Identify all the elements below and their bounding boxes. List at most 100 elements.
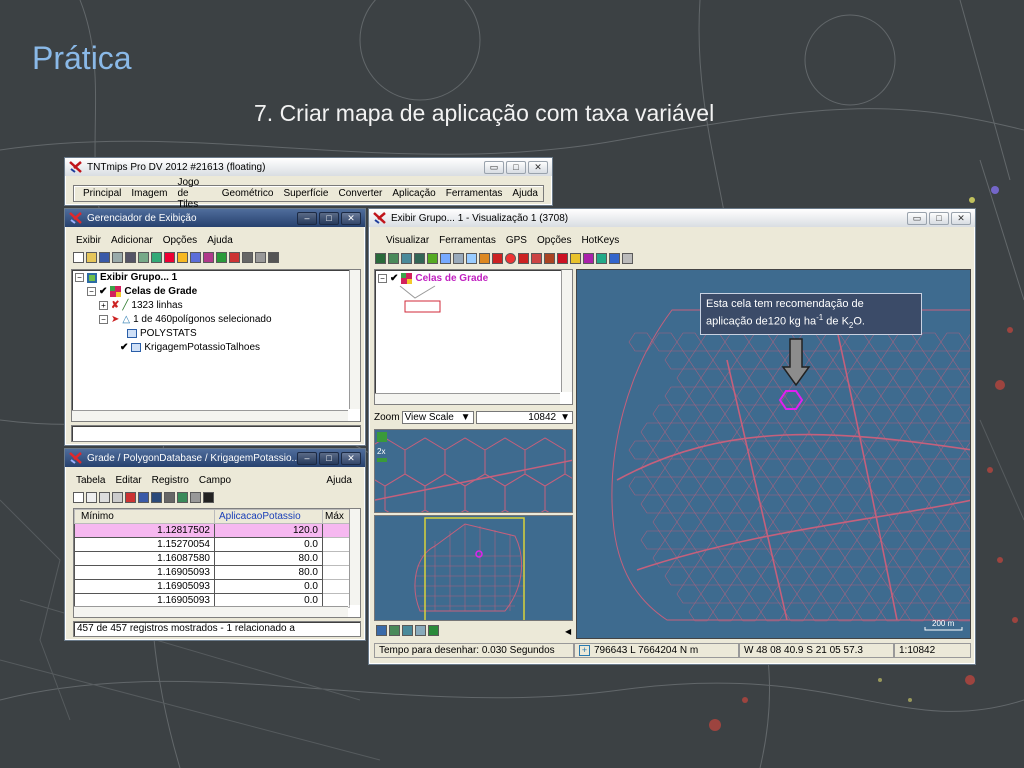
checkmark-icon[interactable]: ✔ [120, 342, 128, 353]
cell-aplicacao[interactable]: 0.0 [214, 579, 323, 594]
cell-maximo[interactable] [322, 551, 350, 566]
form-icon[interactable] [164, 492, 175, 503]
horizontal-scrollbar[interactable] [375, 393, 560, 404]
cell-aplicacao[interactable]: 0.0 [214, 537, 323, 552]
sort-icon[interactable] [86, 492, 97, 503]
redraw-icon[interactable] [375, 253, 386, 264]
menu-ajuda[interactable]: Ajuda [321, 475, 357, 489]
menu-hotkeys[interactable]: HotKeys [576, 235, 624, 249]
pan-icon[interactable] [414, 253, 425, 264]
grid-icon[interactable] [229, 252, 240, 263]
menu-tabela[interactable]: Tabela [71, 475, 110, 489]
options-icon[interactable] [622, 253, 633, 264]
crosshair-icon[interactable] [453, 253, 464, 264]
cell-aplicacao[interactable]: 80.0 [214, 565, 323, 580]
collapse-icon[interactable]: − [87, 287, 96, 296]
region-icon[interactable] [216, 252, 227, 263]
close-button[interactable]: ✕ [528, 160, 548, 174]
menu-campo[interactable]: Campo [194, 475, 236, 489]
save-icon[interactable] [99, 252, 110, 263]
search-icon[interactable] [415, 625, 426, 636]
layout-icon[interactable] [609, 253, 620, 264]
zoom-out-icon[interactable] [402, 625, 413, 636]
crosshair-icon[interactable]: + [579, 645, 590, 656]
main-titlebar[interactable]: TNTmips Pro DV 2012 #21613 (floating) ▭ □… [65, 158, 552, 176]
close-button[interactable]: ✕ [951, 211, 971, 225]
cell-maximo[interactable] [322, 523, 350, 538]
cell-minimo[interactable]: 1.15270054 [74, 537, 215, 552]
legend-layer-row[interactable]: − ✔ Celas de Grade [378, 273, 488, 284]
maximize-button[interactable]: □ [929, 211, 949, 225]
pointer-icon[interactable] [557, 253, 568, 264]
cell-aplicacao[interactable]: 80.0 [214, 551, 323, 566]
group-icon[interactable] [138, 252, 149, 263]
table-row[interactable]: 1.16087580 80.0 [74, 551, 350, 566]
open-icon[interactable] [86, 252, 97, 263]
expand-icon[interactable]: + [99, 301, 108, 310]
collapse-icon[interactable]: − [99, 315, 108, 324]
tree-polygons-row[interactable]: − ➤ △ 1 de 460polígonos selecionado [99, 314, 272, 325]
table-row[interactable]: 1.16905093 0.0 [74, 579, 350, 594]
table-icon[interactable] [255, 252, 266, 263]
one-icon[interactable] [203, 492, 214, 503]
cad-icon[interactable] [190, 252, 201, 263]
select-arrow-icon[interactable]: ➤ [111, 314, 119, 325]
tabular-icon[interactable] [151, 492, 162, 503]
gps-icon[interactable] [466, 253, 477, 264]
menu-exibir[interactable]: Exibir [71, 235, 106, 249]
select-icon[interactable] [125, 492, 136, 503]
cell-minimo[interactable]: 1.16905093 [74, 579, 215, 594]
query-icon[interactable] [99, 492, 110, 503]
menu-opcoes[interactable]: Opções [158, 235, 202, 249]
cell-maximo[interactable] [322, 537, 350, 552]
zoom-out-icon[interactable] [401, 253, 412, 264]
close-button[interactable]: ✕ [341, 211, 361, 225]
cell-minimo[interactable]: 1.16087580 [74, 551, 215, 566]
overview-map[interactable] [374, 515, 573, 621]
menu-opcoes[interactable]: Opções [532, 235, 576, 249]
cell-maximo[interactable] [322, 565, 350, 580]
filter-icon[interactable] [112, 492, 123, 503]
tin-icon[interactable] [203, 252, 214, 263]
horizontal-scrollbar[interactable] [72, 410, 348, 421]
vertical-scrollbar[interactable] [349, 270, 360, 409]
stop-icon[interactable] [505, 253, 516, 264]
zoom-preview-map[interactable]: 2x [374, 429, 573, 513]
collapse-icon[interactable]: − [378, 274, 387, 283]
cell-maximo[interactable] [322, 579, 350, 594]
checkmark-icon[interactable]: ✔ [390, 273, 398, 284]
pencil-icon[interactable] [570, 253, 581, 264]
zoom-value-field[interactable]: 10842 ▼ [475, 411, 573, 424]
collapse-icon[interactable]: − [75, 273, 84, 282]
list-icon[interactable] [376, 625, 387, 636]
relate-icon[interactable] [138, 492, 149, 503]
menu-ferramentas[interactable]: Ferramentas [441, 188, 508, 199]
minimize-button[interactable]: – [297, 451, 317, 465]
display-manager-titlebar[interactable]: Gerenciador de Exibição – □ ✕ [65, 209, 365, 227]
new-icon[interactable] [73, 252, 84, 263]
tree-layer-row[interactable]: − ✔ Celas de Grade [87, 286, 197, 297]
menu-ajuda[interactable]: Ajuda [507, 188, 543, 199]
menu-converter[interactable]: Converter [333, 188, 387, 199]
raster-icon[interactable] [164, 252, 175, 263]
menu-ajuda[interactable]: Ajuda [202, 235, 238, 249]
vector-icon[interactable] [177, 252, 188, 263]
add-layer-icon[interactable] [151, 252, 162, 263]
layer-controls-icon[interactable] [428, 625, 439, 636]
table-row[interactable]: 1.12817502 120.0 [74, 523, 350, 538]
minimize-button[interactable]: – [297, 211, 317, 225]
vertical-scrollbar[interactable] [349, 509, 360, 605]
maximize-button[interactable]: □ [319, 451, 339, 465]
globe-icon[interactable] [177, 492, 188, 503]
menu-visualizar[interactable]: Visualizar [381, 235, 434, 249]
table-row[interactable]: 1.15270054 0.0 [74, 537, 350, 552]
menu-superficie[interactable]: Superfície [278, 188, 333, 199]
chart-icon[interactable] [242, 252, 253, 263]
single-record-icon[interactable] [190, 492, 201, 503]
back-icon[interactable] [479, 253, 490, 264]
tree-group-row[interactable]: − Exibir Grupo... 1 [75, 272, 177, 283]
cell-minimo[interactable]: 1.12817502 [74, 523, 215, 538]
layers-icon[interactable] [125, 252, 136, 263]
menu-geometrico[interactable]: Geométrico [217, 188, 279, 199]
hidden-x-icon[interactable]: ✘ [111, 300, 119, 311]
